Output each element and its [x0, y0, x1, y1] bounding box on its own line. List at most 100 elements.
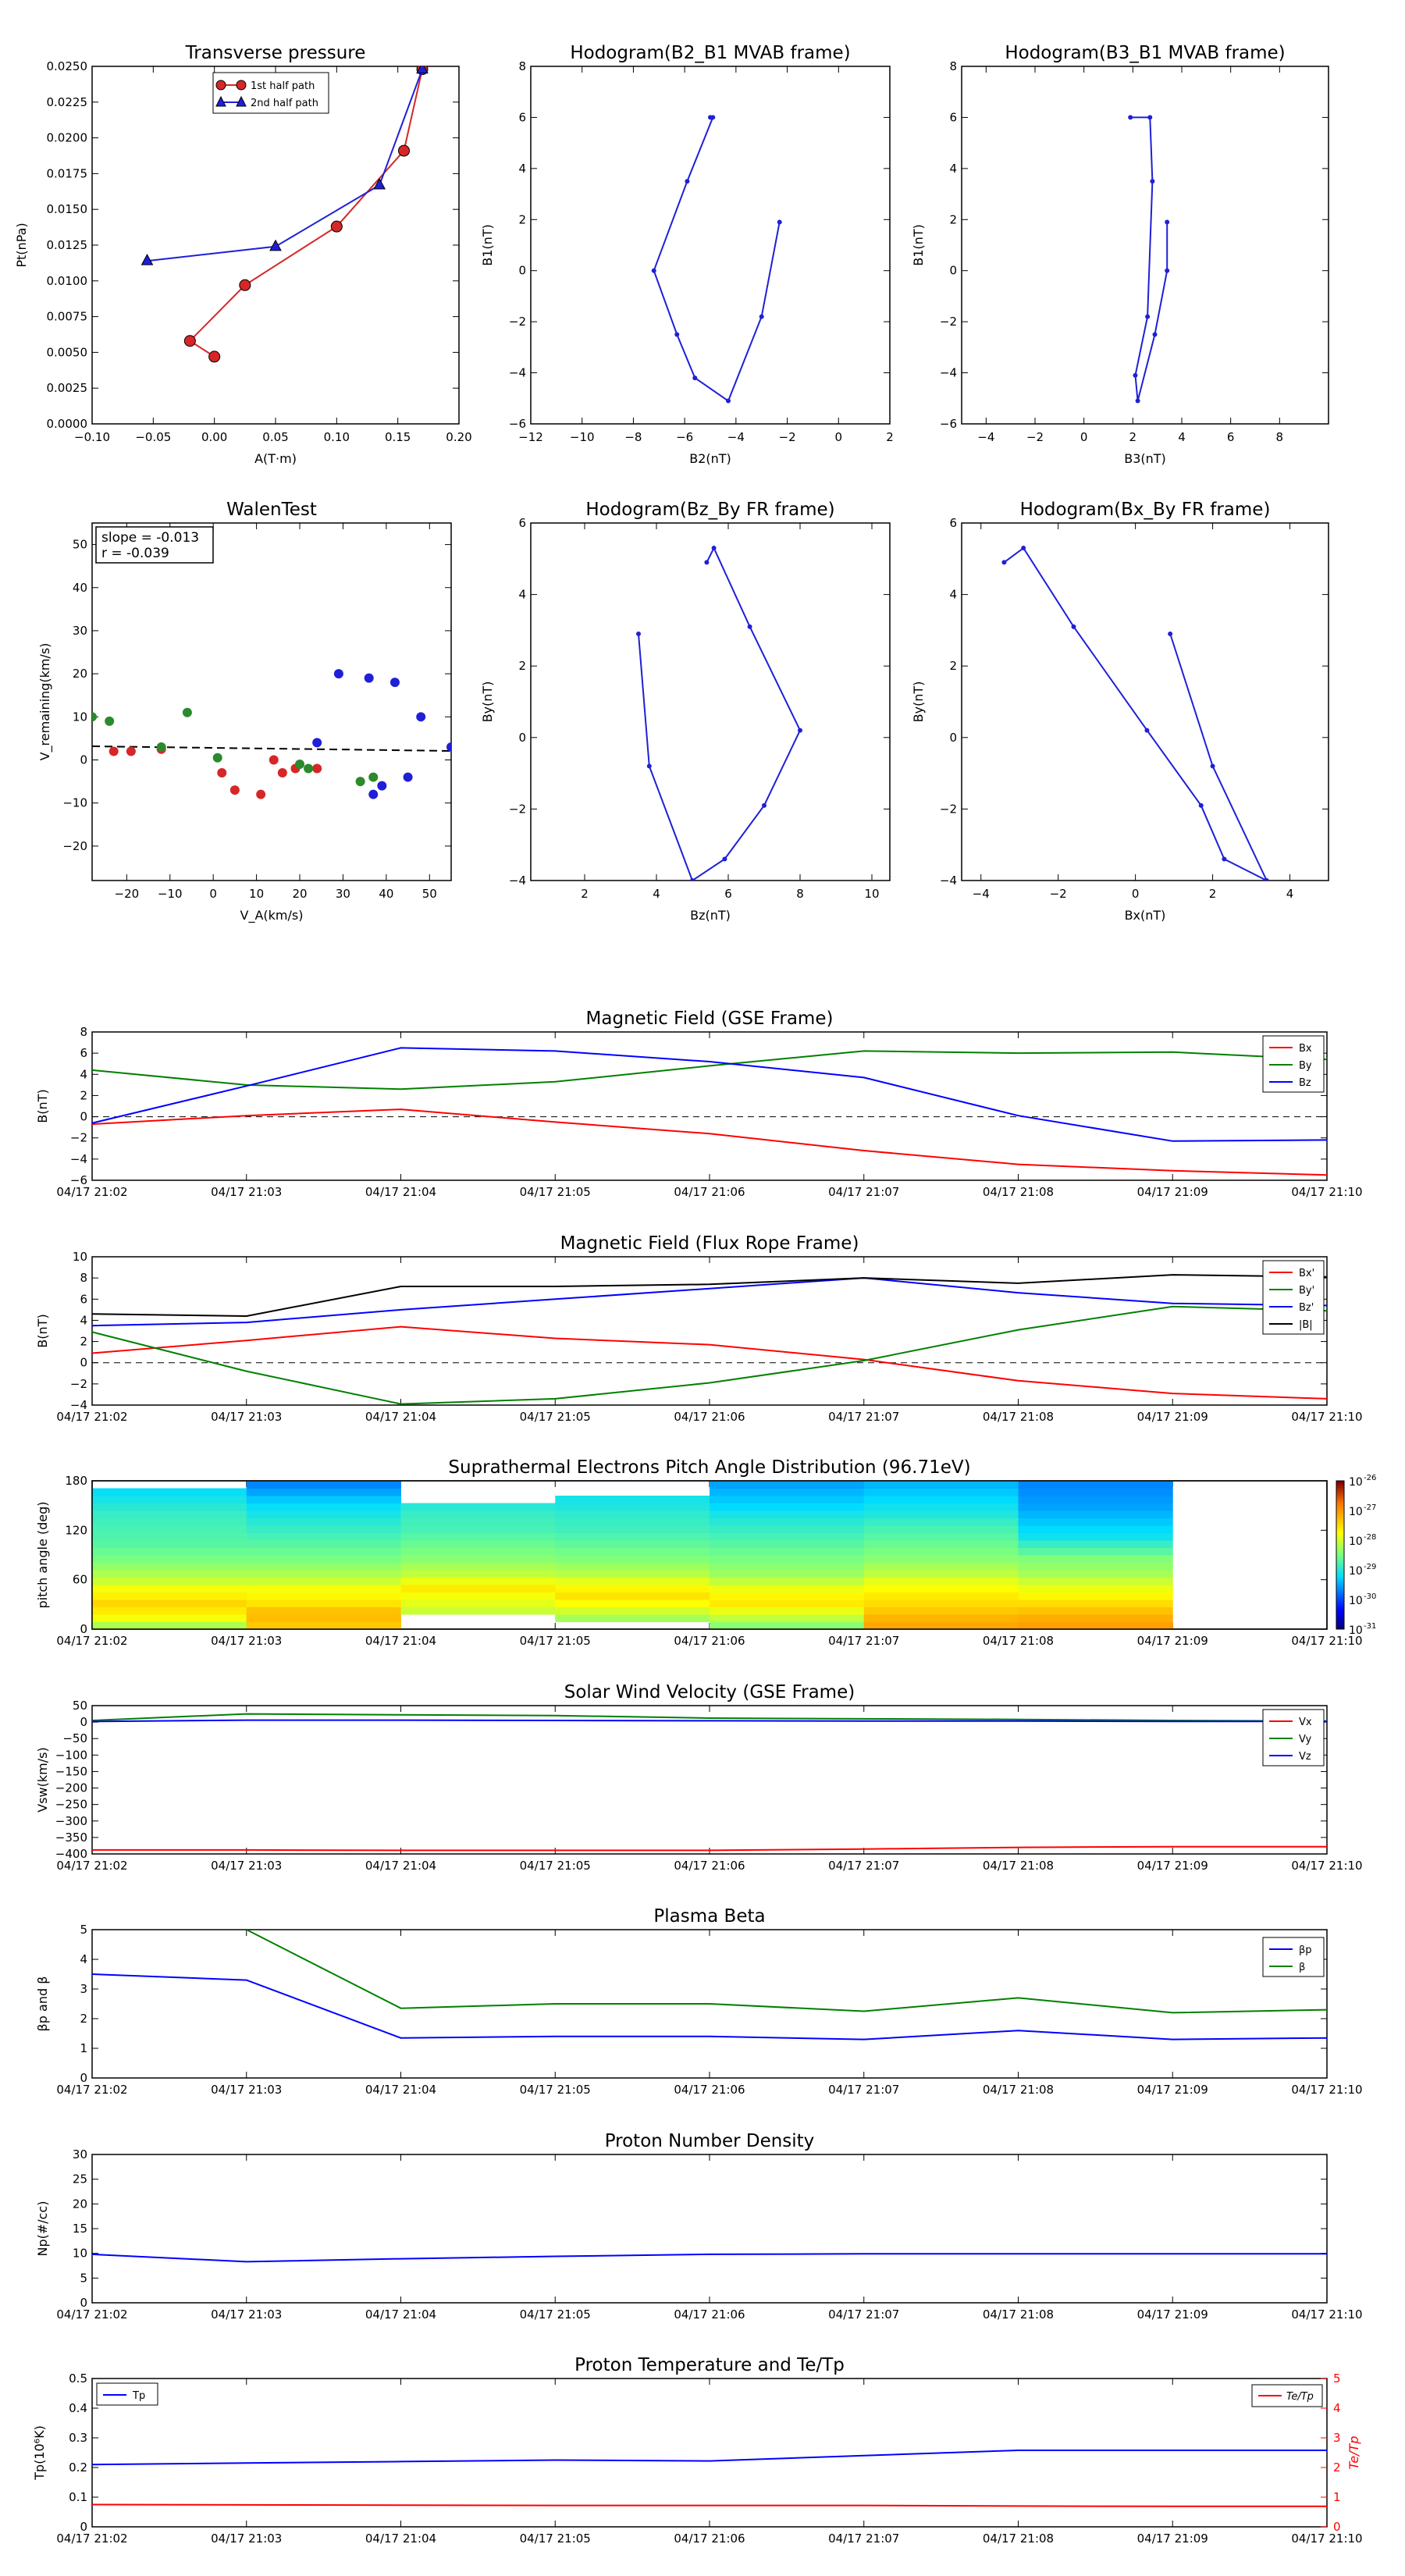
plot-area [1128, 115, 1170, 404]
x-tick-label: −10 [158, 887, 183, 901]
heatmap-cell [710, 1532, 865, 1541]
heatmap-cell [400, 1562, 556, 1571]
hodogram-b2-b1-chart: Hodogram(B2_B1 MVAB frame) −12 −10 −8 −6 −4 −2… [480, 43, 894, 466]
data-point [373, 178, 386, 190]
colorbar-segment [1336, 1515, 1344, 1518]
data-point [446, 742, 451, 752]
heatmap-cell [555, 1585, 710, 1592]
heatmap-cells [92, 1481, 1173, 1630]
x-tick-label: −6 [676, 430, 693, 444]
x-tick-label: 6 [1227, 430, 1235, 444]
data-point [312, 738, 322, 748]
y-tick-label: 1 [80, 2041, 87, 2055]
data-point [777, 219, 782, 225]
x-tick-label: 04/17 21:03 [211, 1634, 282, 1648]
y-tick-label: −10 [62, 796, 87, 810]
colorbar-segment [1336, 1599, 1344, 1603]
y-tick-label: 0.0200 [47, 131, 88, 145]
y-tick-label: 60 [73, 1573, 87, 1587]
x-tick-label: 04/17 21:07 [828, 2532, 899, 2546]
heatmap-cell [863, 1488, 1019, 1496]
x-tick-label: 04/17 21:09 [1137, 1634, 1208, 1648]
y-tick-label: 0.0100 [47, 274, 88, 288]
heatmap-cell [1018, 1599, 1173, 1607]
y-tick-label: −250 [55, 1798, 87, 1812]
series-line-βp [92, 1973, 1327, 2041]
x-tick-label: 04/17 21:03 [211, 1410, 282, 1424]
data-point [239, 279, 251, 291]
data-point [269, 755, 279, 765]
x-tick-label: 04/17 21:05 [520, 1410, 591, 1424]
colorbar-segment [1336, 1602, 1344, 1605]
y-tick-label: 0.4 [69, 2401, 87, 2415]
heatmap-cell [1018, 1510, 1173, 1518]
y-tick-label: 0 [80, 1356, 87, 1370]
heatmap-cell [92, 1570, 247, 1578]
y-axis-label: By(nT) [911, 681, 926, 723]
heatmap-cell [710, 1540, 865, 1548]
x-tick-label: 04/17 21:03 [211, 2307, 282, 2322]
plot-area [92, 1930, 1327, 2041]
x-tick-label: 0.00 [201, 430, 227, 444]
chart-title: Plasma Beta [653, 1906, 765, 1927]
colorbar-segment [1336, 1535, 1344, 1539]
heatmap-cell [1018, 1488, 1173, 1496]
data-point [312, 763, 322, 774]
x-tick-label: 04/17 21:05 [520, 1859, 591, 1873]
heatmap-cell [710, 1621, 865, 1630]
legend-label: Vx [1299, 1717, 1312, 1728]
data-point [1150, 179, 1155, 184]
colorbar-tick-label: 10 [1349, 1476, 1363, 1489]
data-point [1001, 560, 1007, 565]
y-tick-label: 2 [949, 212, 957, 226]
heatmap-cell [710, 1481, 865, 1489]
colorbar-segment [1336, 1490, 1344, 1494]
colorbar-segment [1336, 1560, 1344, 1563]
x-tick-label: 04/17 21:09 [1137, 2083, 1208, 2097]
x-tick-label: −10 [570, 430, 595, 444]
y-tick-label: 0.0050 [47, 345, 88, 359]
plot-area [92, 1274, 1327, 1405]
x-tick-label: 04/17 21:06 [674, 1185, 745, 1199]
legend-label: Bz [1299, 1077, 1311, 1089]
colorbar-segment [1336, 1614, 1344, 1617]
heatmap-cell [246, 1592, 401, 1600]
x-tick-label: −8 [624, 430, 642, 444]
heatmap-cell [246, 1555, 401, 1563]
x-tick-label: 20 [292, 887, 307, 901]
heatmap-cell [555, 1599, 710, 1607]
x-axis-label: B3(nT) [1124, 451, 1166, 466]
heatmap-cell [400, 1532, 556, 1541]
heatmap-cell [1018, 1547, 1173, 1556]
data-point [256, 789, 266, 799]
x-tick-label: 4 [1178, 430, 1186, 444]
plot-area [92, 1047, 1327, 1176]
colorbar-segment [1336, 1532, 1344, 1536]
heatmap-cell [1018, 1555, 1173, 1563]
x-tick-label: 04/17 21:08 [983, 2307, 1054, 2322]
y-tick-label: 50 [73, 1699, 87, 1713]
y-tick-label: 30 [73, 624, 87, 638]
series-line-Tp [91, 2450, 1327, 2466]
y-tick-label: 180 [65, 1474, 87, 1488]
y-tick-label: 5 [80, 2271, 87, 2285]
heatmap-cell [555, 1547, 710, 1556]
heatmap-cell [863, 1585, 1019, 1592]
y-right-tick-label: 2 [1333, 2460, 1341, 2475]
x-tick-label: 04/17 21:08 [983, 1410, 1054, 1424]
x-tick-label: 0 [1080, 430, 1088, 444]
plot-area [651, 115, 782, 404]
heatmap-cell [555, 1517, 710, 1526]
x-tick-label: 04/17 21:08 [983, 1859, 1054, 1873]
heatmap-cell [92, 1555, 247, 1563]
y-axis-label: B(nT) [35, 1314, 50, 1347]
colorbar-segment [1336, 1596, 1344, 1600]
x-tick-label: 04/17 21:05 [520, 1634, 591, 1648]
annotation-text: r = -0.039 [101, 546, 169, 561]
fit-line [92, 745, 451, 752]
data-point [212, 753, 222, 763]
heatmap-cell [92, 1577, 247, 1585]
hodogram-bz-by-chart: Hodogram(Bz_By FR frame) 2 4 6 8 10 −4 −2 0 2 4 6 By… [480, 500, 891, 923]
heatmap-cell [555, 1540, 710, 1548]
y-right-tick-label: 0 [1333, 2520, 1341, 2534]
